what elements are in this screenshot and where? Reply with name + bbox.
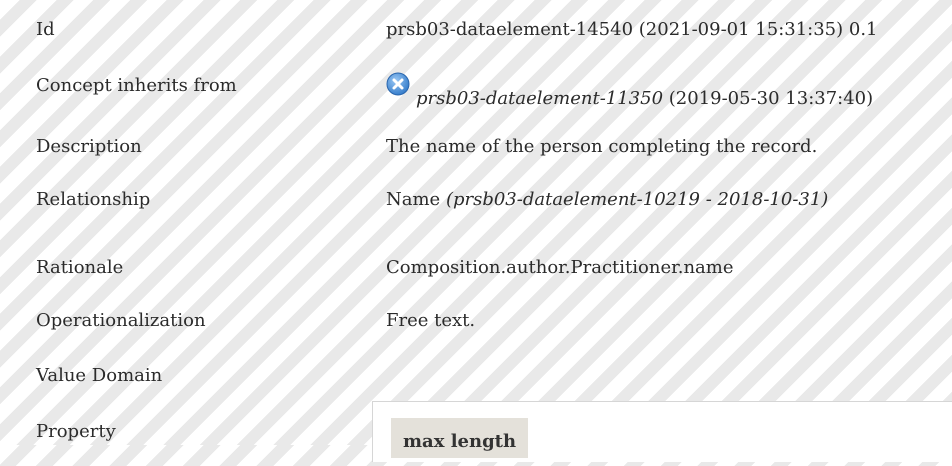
value-domain-label: Value Domain: [36, 365, 163, 386]
max-length-column-header: max length: [391, 418, 529, 458]
row-id: Id prsb03-dataelement-14540 (2021-09-01 …: [0, 18, 952, 58]
operationalization-label: Operationalization: [36, 310, 206, 331]
operationalization-value: Free text.: [386, 310, 476, 331]
rationale-label: Rationale: [36, 257, 124, 278]
concept-inherits-value: prsb03-dataelement-11350 (2019-05-30 13:…: [386, 72, 874, 111]
row-operationalization: Operationalization Free text.: [0, 309, 952, 349]
relationship-label: Relationship: [36, 189, 151, 210]
relationship-value: Name (prsb03-dataelement-10219 - 2018-10…: [386, 188, 828, 212]
row-description: Description The name of the person compl…: [0, 135, 952, 175]
description-value: The name of the person completing the re…: [386, 136, 818, 157]
description-label: Description: [36, 136, 142, 157]
id-label: Id: [36, 19, 55, 40]
id-value: prsb03-dataelement-14540 (2021-09-01 15:…: [386, 19, 878, 40]
concept-inherits-label: Concept inherits from: [36, 75, 237, 96]
property-table: max length: [372, 401, 952, 462]
property-label: Property: [36, 421, 116, 442]
close-circle-icon[interactable]: [386, 72, 410, 96]
row-relationship: Relationship Name (prsb03-dataelement-10…: [0, 188, 952, 228]
inherited-concept-link[interactable]: prsb03-dataelement-11350: [416, 88, 663, 109]
inherited-concept-date: (2019-05-30 13:37:40): [663, 88, 874, 109]
relationship-name: Name: [386, 189, 441, 210]
row-rationale: Rationale Composition.author.Practitione…: [0, 256, 952, 296]
row-concept-inherits: Concept inherits from prsb03-dataelement…: [0, 72, 952, 114]
relationship-ref: (prsb03-dataelement-10219 - 2018-10-31): [445, 189, 829, 210]
row-value-domain: Value Domain: [0, 364, 952, 404]
rationale-value: Composition.author.Practitioner.name: [386, 257, 734, 278]
